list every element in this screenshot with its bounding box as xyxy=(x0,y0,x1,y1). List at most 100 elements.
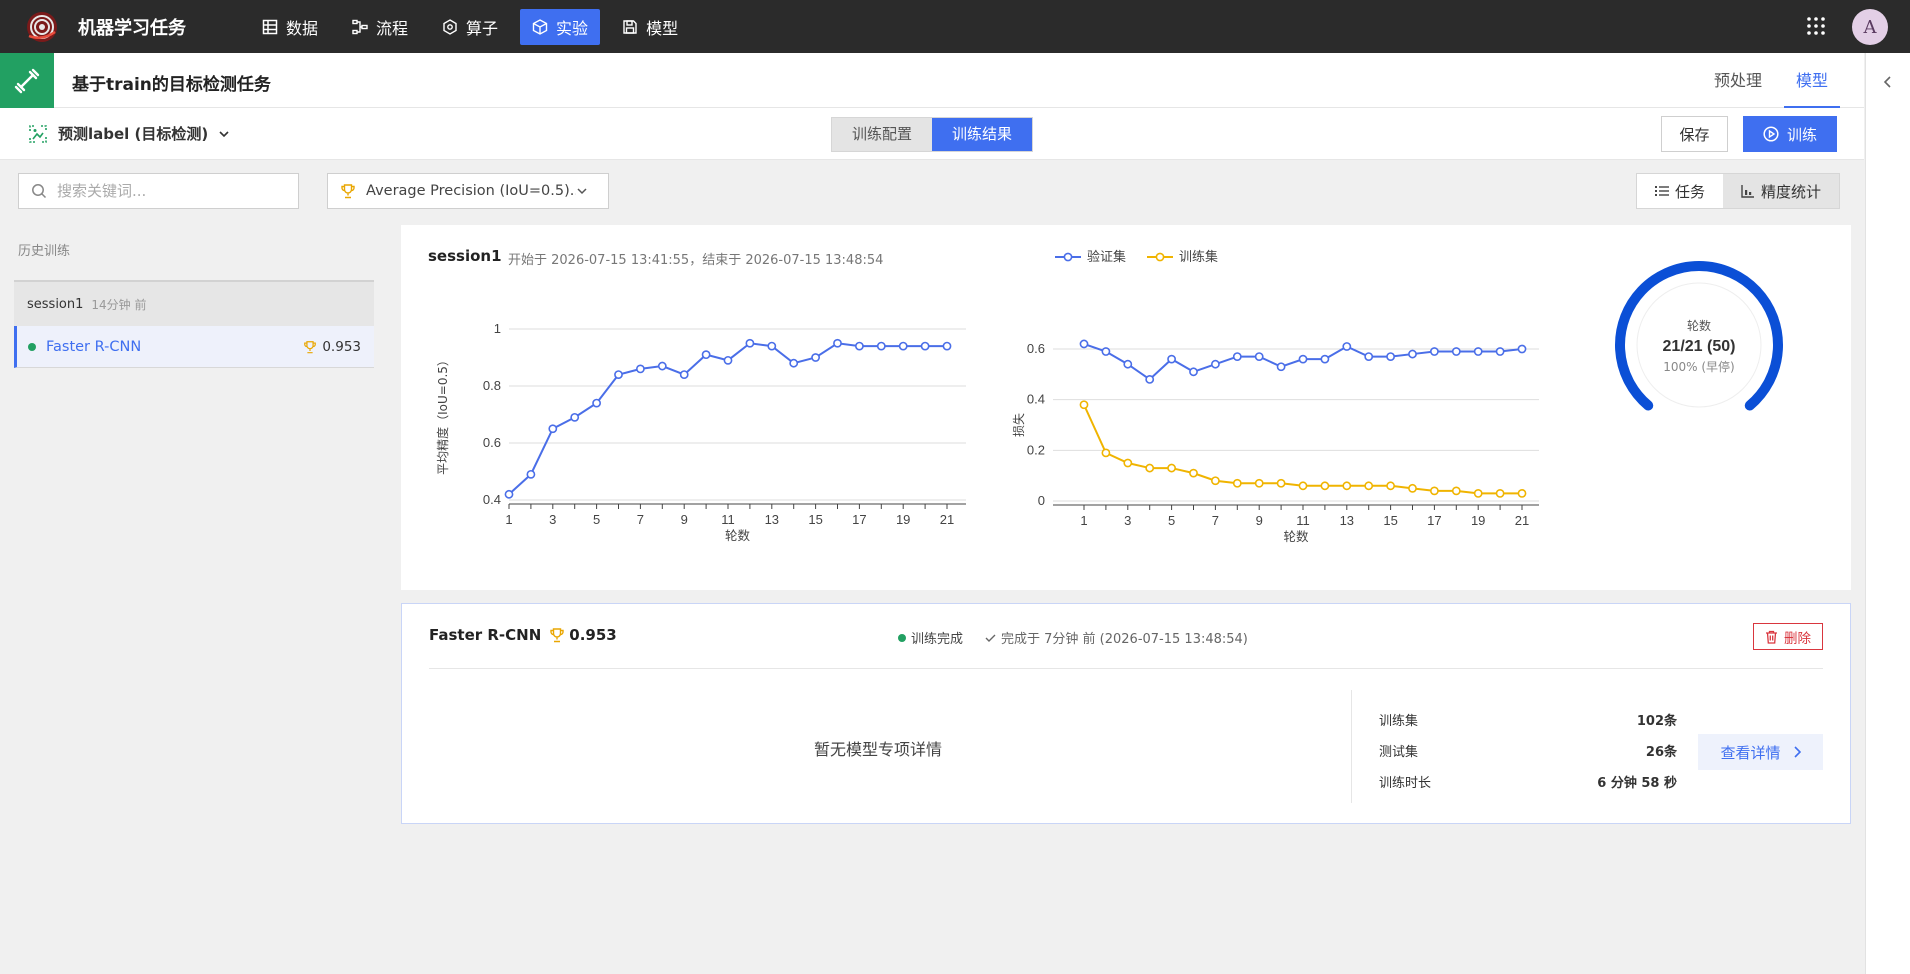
stat-value: 6 分钟 58 秒 xyxy=(1597,776,1677,791)
chevron-left-icon[interactable] xyxy=(1882,75,1894,89)
save-button[interactable]: 保存 xyxy=(1661,116,1728,152)
x-tick-label: 9 xyxy=(1256,513,1263,528)
label-dropdown[interactable]: 预测label (目标检测) xyxy=(28,123,230,144)
dumbbell-icon xyxy=(0,53,54,108)
delete-button[interactable]: 删除 xyxy=(1753,623,1823,650)
cube-icon xyxy=(532,18,548,35)
view-precision-button[interactable]: 精度统计 xyxy=(1723,174,1840,208)
stat-test-set: 测试集 26条 xyxy=(1379,741,1677,760)
tab-train-result[interactable]: 训练结果 xyxy=(932,118,1033,151)
session-card: session1 开始于 2026-07-15 13:41:55，结束于 202… xyxy=(401,225,1851,590)
x-tick-label: 5 xyxy=(593,512,600,527)
model-score-value: 0.953 xyxy=(569,626,617,644)
legend-marker xyxy=(1155,252,1165,262)
avatar[interactable]: A xyxy=(1852,9,1888,45)
data-point xyxy=(942,341,952,351)
apps-grid-icon[interactable] xyxy=(1806,16,1826,36)
nav-item-label: 实验 xyxy=(556,18,589,38)
x-tick-label: 11 xyxy=(721,512,735,527)
x-tick-label: 5 xyxy=(1168,513,1175,528)
app-logo-icon[interactable] xyxy=(24,9,60,45)
flow-icon xyxy=(352,19,368,34)
view-task-button[interactable]: 任务 xyxy=(1637,174,1724,208)
train-button[interactable]: 训练 xyxy=(1743,116,1837,152)
nav-item-model[interactable]: 模型 xyxy=(610,9,690,45)
data-point xyxy=(1232,478,1242,488)
collapse-rail xyxy=(1865,53,1910,974)
tab-preprocess[interactable]: 预处理 xyxy=(1702,53,1774,108)
trophy-icon xyxy=(304,340,317,353)
trash-icon xyxy=(1766,630,1777,644)
data-point xyxy=(1320,354,1330,364)
data-point xyxy=(1386,352,1395,361)
gauge-sub: 100% (早停) xyxy=(1663,359,1735,374)
data-point xyxy=(701,350,711,360)
metric-select-value: Average Precision (IoU=0.5)... xyxy=(366,183,576,199)
nav-item-data[interactable]: 数据 xyxy=(250,9,330,45)
history-model-item[interactable]: Faster R-CNN 0.953 xyxy=(14,326,374,368)
view-details-button[interactable]: 查看详情 xyxy=(1698,734,1823,770)
x-tick-label: 1 xyxy=(505,512,512,527)
y-tick-label: 0.4 xyxy=(483,492,501,507)
result-segment: 训练配置 训练结果 xyxy=(831,117,1034,152)
x-tick-label: 15 xyxy=(808,512,822,527)
tab-train-config[interactable]: 训练配置 xyxy=(832,118,933,151)
trophy-icon xyxy=(341,184,355,199)
play-circle-icon xyxy=(1763,126,1779,142)
data-point xyxy=(1232,352,1242,361)
nav-item-label: 流程 xyxy=(376,18,409,38)
hexagon-icon xyxy=(443,18,457,35)
data-point xyxy=(1495,347,1505,356)
x-axis-label: 轮数 xyxy=(725,528,751,543)
data-point xyxy=(1364,481,1374,491)
data-point xyxy=(1101,448,1111,458)
chevron-right-icon xyxy=(1793,746,1801,758)
data-point xyxy=(1167,354,1176,364)
gauge-value: 21/21 (50) xyxy=(1663,338,1736,355)
metric-select[interactable]: Average Precision (IoU=0.5)... xyxy=(327,173,609,209)
data-point xyxy=(1211,476,1220,486)
divider xyxy=(429,668,1823,669)
data-point xyxy=(679,370,689,379)
nav-item-operator[interactable]: 算子 xyxy=(430,9,510,45)
page-title: 基于train的目标检测任务 xyxy=(72,75,271,95)
data-point xyxy=(1473,488,1483,498)
y-axis-label: 损失 xyxy=(1011,413,1026,437)
completed-time: 完成于 7分钟 前 (2026-07-15 13:48:54) xyxy=(985,628,1248,647)
history-session[interactable]: session1 14分钟 前 xyxy=(14,280,374,326)
x-tick-label: 21 xyxy=(940,512,954,527)
data-point xyxy=(1276,362,1286,372)
view-task-label: 任务 xyxy=(1675,182,1706,201)
data-point xyxy=(1342,342,1352,351)
data-point xyxy=(1430,486,1439,496)
legend-label: 训练集 xyxy=(1179,249,1218,265)
trophy-icon xyxy=(550,628,564,643)
model-score: 0.953 xyxy=(549,626,617,644)
x-tick-label: 3 xyxy=(1124,513,1131,528)
x-tick-label: 17 xyxy=(852,512,866,527)
data-point xyxy=(1079,400,1089,410)
y-tick-label: 1 xyxy=(494,321,501,336)
completed-time-text: 完成于 7分钟 前 (2026-07-15 13:48:54) xyxy=(1001,632,1248,647)
view-details-label: 查看详情 xyxy=(1720,743,1781,762)
data-point xyxy=(548,424,558,434)
data-point xyxy=(1189,367,1198,377)
x-tick-label: 21 xyxy=(1515,513,1529,528)
nav-item-flow[interactable]: 流程 xyxy=(340,9,420,45)
legend-marker xyxy=(1063,252,1073,262)
data-point xyxy=(635,364,645,374)
legend-label: 验证集 xyxy=(1087,249,1126,265)
history-label: 历史训练 xyxy=(18,244,71,259)
nav-item-experiment[interactable]: 实验 xyxy=(520,8,601,45)
search-input[interactable] xyxy=(57,182,277,200)
data-point xyxy=(1254,352,1264,361)
data-point xyxy=(657,361,667,371)
image-label-icon xyxy=(29,124,47,143)
tab-model[interactable]: 模型 xyxy=(1784,53,1841,108)
model-name: Faster R-CNN xyxy=(429,626,542,644)
app-title: 机器学习任务 xyxy=(78,17,186,39)
data-point xyxy=(526,469,536,479)
status-badge: 训练完成 xyxy=(898,628,963,647)
x-tick-label: 15 xyxy=(1383,513,1397,528)
data-point xyxy=(898,341,908,351)
